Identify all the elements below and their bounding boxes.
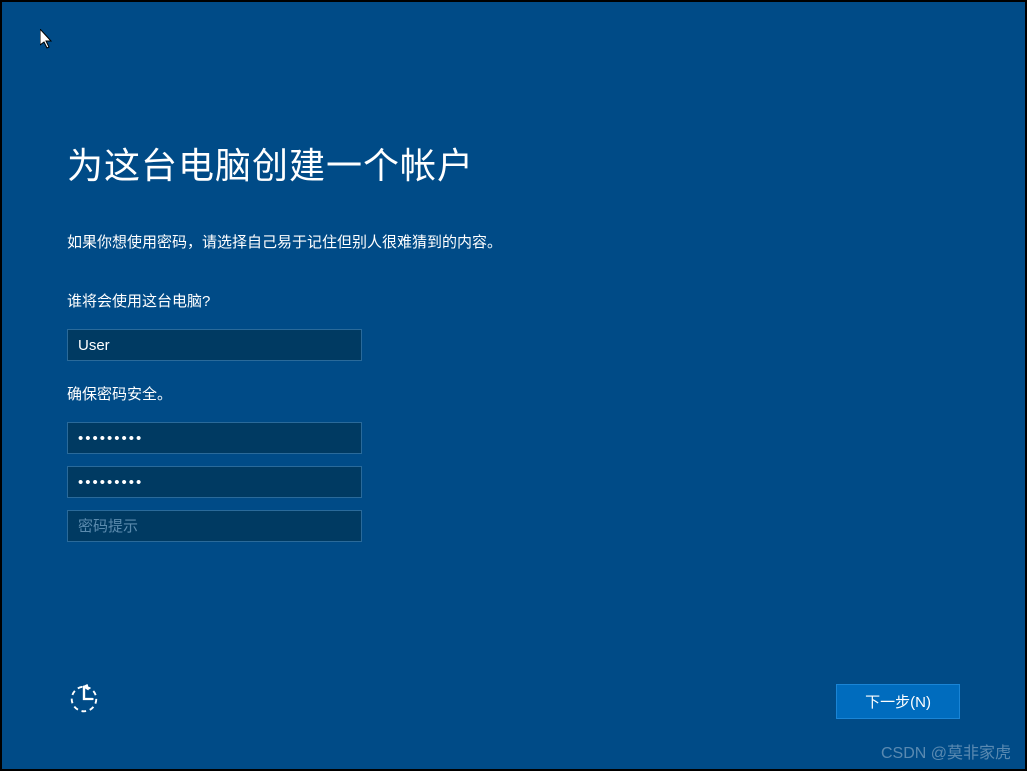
- ease-of-access-icon[interactable]: [67, 682, 101, 721]
- username-label: 谁将会使用这台电脑?: [67, 290, 960, 311]
- password-confirm-input[interactable]: [67, 466, 362, 498]
- next-button[interactable]: 下一步(N): [836, 684, 960, 719]
- password-hint-input[interactable]: [67, 510, 362, 542]
- username-input[interactable]: [67, 329, 362, 361]
- page-subtitle: 如果你想使用密码，请选择自己易于记住但别人很难猜到的内容。: [67, 231, 960, 252]
- password-section-label: 确保密码安全。: [67, 383, 960, 404]
- main-content: 为这台电脑创建一个帐户 如果你想使用密码，请选择自己易于记住但别人很难猜到的内容…: [2, 2, 1025, 542]
- watermark-text: CSDN @莫非家虎: [881, 739, 1011, 763]
- page-title: 为这台电脑创建一个帐户: [67, 137, 960, 189]
- password-input[interactable]: [67, 422, 362, 454]
- setup-screen: 为这台电脑创建一个帐户 如果你想使用密码，请选择自己易于记住但别人很难猜到的内容…: [2, 2, 1025, 769]
- footer-bar: 下一步(N): [67, 682, 960, 721]
